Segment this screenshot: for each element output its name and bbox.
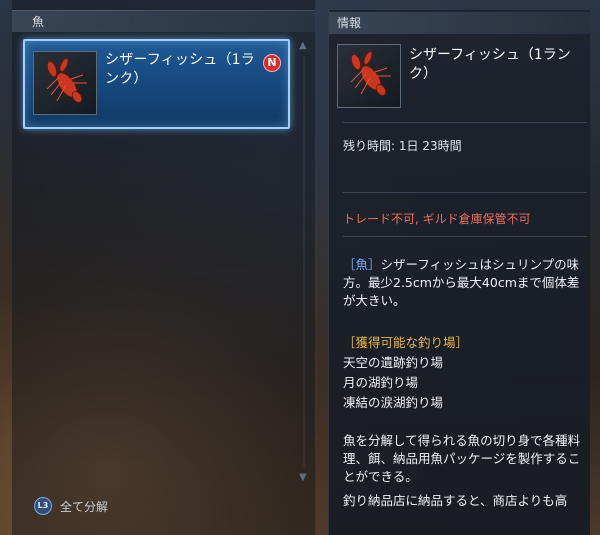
fish-list-header: 魚 bbox=[12, 10, 315, 32]
decompose-all-label: 全て分解 bbox=[60, 499, 109, 514]
info-thumbnail bbox=[337, 44, 401, 108]
lobster-icon bbox=[350, 51, 391, 96]
fish-item-card[interactable]: シザーフィッシュ（1ランク） N bbox=[23, 39, 290, 129]
fishing-spots-title: ［獲得可能な釣り場］ bbox=[343, 335, 469, 350]
info-header: 情報 bbox=[329, 12, 590, 34]
fish-item-name: シザーフィッシュ（1ランク） bbox=[105, 52, 255, 87]
scroll-up-icon[interactable]: ▲ bbox=[299, 40, 307, 51]
fishing-spot-item: 月の湖釣り場 bbox=[343, 375, 419, 390]
usage-text-2: 釣り納品店に納品すると、商店よりも高 bbox=[343, 493, 568, 508]
scrollbar[interactable] bbox=[303, 56, 305, 466]
usage-text: 魚を分解して得られる魚の切り身で各種料理、餌、納品用魚パッケージを製作することが… bbox=[343, 433, 581, 484]
info-item-name: シザーフィッシュ（1ランク） bbox=[409, 47, 571, 82]
category-tag: ［魚］ bbox=[343, 257, 381, 272]
fishing-spot-item: 天空の遺跡釣り場 bbox=[343, 355, 444, 370]
lobster-icon bbox=[46, 58, 87, 103]
new-badge-icon: N bbox=[263, 54, 281, 72]
divider bbox=[343, 236, 587, 237]
trade-restriction: トレード不可, ギルド倉庫保管不可 bbox=[343, 212, 531, 226]
divider bbox=[343, 192, 587, 193]
decompose-all-button[interactable]: L3 全て分解 bbox=[34, 497, 108, 515]
fish-thumbnail bbox=[33, 51, 97, 115]
l3-button-icon: L3 bbox=[34, 497, 52, 515]
scroll-down-icon[interactable]: ▼ bbox=[299, 472, 307, 483]
fish-list-panel: 魚 シザーフィッシュ（1ランク） N ▲ ▼ L3 全て分解 bbox=[12, 0, 316, 535]
divider bbox=[343, 122, 587, 123]
fish-description: ［魚］シザーフィッシュはシュリンプの味方。最少2.5cmから最大40cmまで個体… bbox=[343, 256, 587, 310]
remaining-time: 残り時間: 1日 23時間 bbox=[343, 139, 462, 153]
info-panel: 情報 シザーフィッシュ（1ランク） 残り時間: 1日 23時間 トレード不可, … bbox=[328, 10, 590, 535]
fishing-spot-item: 凍結の涙湖釣り場 bbox=[343, 395, 444, 410]
